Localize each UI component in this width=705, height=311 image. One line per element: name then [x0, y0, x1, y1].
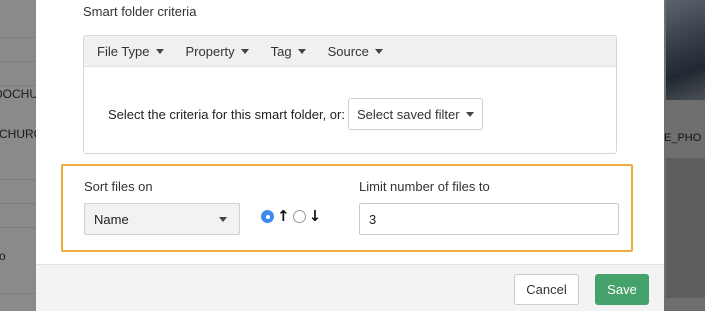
sort-limit-panel: Sort files on Name ↑ ↓ Limit number of f…: [61, 164, 633, 252]
criteria-prompt: Select the criteria for this smart folde…: [108, 106, 345, 122]
saved-filter-label: Select saved filter: [356, 106, 460, 122]
background-right-panel: E_PHO: [664, 0, 705, 311]
background-item-label: CHURC: [0, 127, 36, 141]
caret-down-icon: [465, 112, 474, 117]
background-item-label: o: [0, 249, 6, 263]
background-row: [0, 204, 36, 228]
limit-files-input[interactable]: [359, 203, 619, 235]
background-thumbnail-label: E_PHO: [664, 132, 702, 144]
dialog-footer: Cancel Save: [36, 264, 664, 311]
saved-filter-dropdown[interactable]: Select saved filter: [347, 98, 483, 130]
background-left-panel: DOCHUI CHURC o: [0, 0, 36, 311]
caret-down-icon: [297, 49, 306, 54]
caret-down-icon: [219, 217, 227, 222]
cancel-button[interactable]: Cancel: [514, 274, 579, 305]
sort-label: Sort files on: [84, 179, 153, 194]
menu-tag[interactable]: Tag: [271, 44, 306, 59]
menu-label: File Type: [97, 43, 150, 59]
caret-down-icon: [155, 49, 164, 54]
caret-down-icon: [240, 49, 249, 54]
background-row: [0, 156, 36, 180]
background-thumbnail: [666, 0, 705, 100]
background-thumbnail: [666, 158, 705, 298]
smart-folder-dialog: Smart folder criteria File Type Property…: [36, 0, 664, 311]
menu-label: Source: [327, 43, 369, 59]
criteria-menu-bar: File Type Property Tag Source: [84, 36, 616, 67]
criteria-title: Smart folder criteria: [83, 4, 197, 19]
background-row: [0, 14, 36, 38]
background-row: [0, 270, 36, 294]
background-row: [0, 180, 36, 204]
arrow-down-icon: ↓: [308, 207, 322, 225]
menu-file-type[interactable]: File Type: [97, 44, 164, 59]
sort-descending-radio[interactable]: [292, 210, 306, 223]
arrow-up-icon: ↑: [277, 207, 290, 225]
menu-label: Property: [185, 43, 235, 59]
sort-field-value: Name: [94, 211, 129, 227]
background-row: [0, 38, 36, 62]
sort-field-select[interactable]: Name: [84, 203, 240, 235]
sort-ascending-radio[interactable]: [261, 210, 274, 223]
menu-property[interactable]: Property: [186, 44, 249, 59]
save-button[interactable]: Save: [595, 274, 649, 305]
criteria-builder: File Type Property Tag Source Select the…: [83, 35, 617, 154]
background-row: [0, 62, 36, 86]
menu-label: Tag: [270, 43, 292, 59]
sort-direction-group: ↑ ↓: [261, 209, 324, 224]
menu-source[interactable]: Source: [328, 44, 383, 59]
limit-label: Limit number of files to: [359, 179, 490, 194]
caret-down-icon: [374, 49, 383, 54]
background-item-label: DOCHUI: [0, 87, 36, 101]
criteria-prompt-row: Select the criteria for this smart folde…: [108, 98, 483, 130]
